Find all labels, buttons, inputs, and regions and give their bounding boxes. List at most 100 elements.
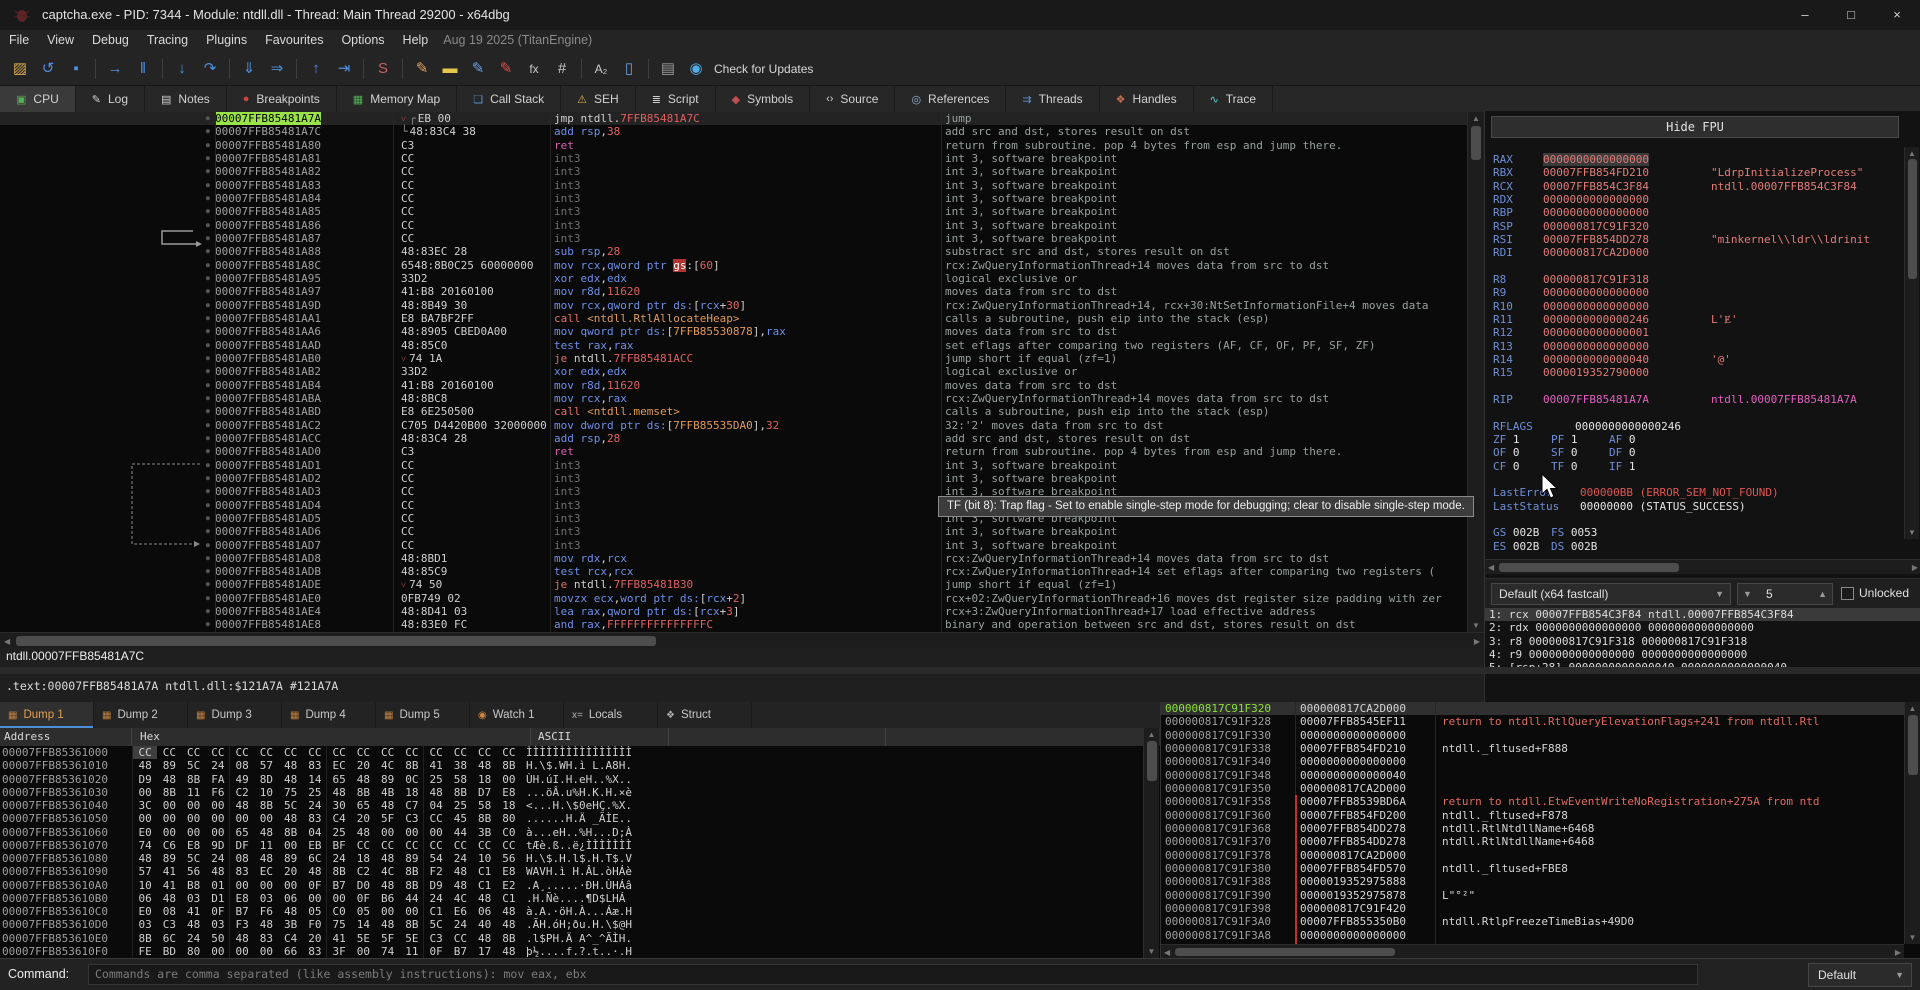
breakpoint-dot[interactable]: ● xyxy=(0,312,215,325)
spacer[interactable] xyxy=(1485,260,1905,273)
stack-row[interactable]: 000000817C91F3880000019352975888 xyxy=(1161,875,1920,888)
dump-row[interactable]: 00007FFB85361060E000000065488B0425480000… xyxy=(0,826,1160,839)
breakpoint-dot[interactable]: ● xyxy=(0,472,215,485)
dump-row[interactable]: 00007FFB853610D003C34803F3483BF07514488B… xyxy=(0,918,1160,931)
disasm-row[interactable]: ●00007FFB85481A86CCint3int 3, software b… xyxy=(0,219,1484,232)
breakpoint-dot[interactable]: ● xyxy=(0,112,215,125)
stack-row[interactable]: 000000817C91F3300000000000000000 xyxy=(1161,729,1920,742)
dump-panel[interactable]: 00007FFB85361000CCCCCCCCCCCCCCCCCCCCCCCC… xyxy=(0,746,1160,958)
register-line[interactable]: R8000000817C91F318 xyxy=(1485,273,1905,286)
register-line[interactable]: RDX0000000000000000 xyxy=(1485,193,1905,206)
disasm-row[interactable]: ●00007FFB85481A80C3retreturn from subrou… xyxy=(0,139,1484,152)
breakpoint-dot[interactable]: ● xyxy=(0,299,215,312)
disasm-row[interactable]: ●00007FFB85481AD0C3retreturn from subrou… xyxy=(0,445,1484,458)
trace-over-icon[interactable]: ⇒ xyxy=(264,57,290,81)
menu-file[interactable]: File xyxy=(0,30,38,50)
breakpoint-dot[interactable]: ● xyxy=(0,192,215,205)
maximize-button[interactable]: □ xyxy=(1828,0,1874,30)
close-button[interactable]: × xyxy=(1874,0,1920,30)
functions-icon[interactable]: fx xyxy=(521,57,547,81)
register-line[interactable]: GS 002BFS 0053 xyxy=(1485,526,1905,539)
menu-tracing[interactable]: Tracing xyxy=(138,30,197,50)
disasm-row[interactable]: ●00007FFB85481A81CCint3int 3, software b… xyxy=(0,152,1484,165)
tab-threads[interactable]: ⇉Threads xyxy=(1006,86,1099,112)
register-line[interactable]: ZF 1PF 1AF 0 xyxy=(1485,433,1905,446)
step-into-icon[interactable]: ↓ xyxy=(169,57,195,81)
stack-row[interactable]: 000000817C91F3900000019352975878L"°²" xyxy=(1161,889,1920,902)
register-line[interactable]: R90000000000000000 xyxy=(1485,286,1905,299)
disasm-row[interactable]: ●00007FFB85481A9533D2xor edx,edxlogical … xyxy=(0,272,1484,285)
pause-icon[interactable]: ‖ xyxy=(130,57,156,81)
breakpoint-dot[interactable]: ● xyxy=(0,365,215,378)
breakpoint-dot[interactable]: ● xyxy=(0,539,215,552)
stack-panel[interactable]: 000000817C91F320000000817CA2D00000000081… xyxy=(1160,702,1920,958)
dump-row[interactable]: 00007FFB85361020D9488BFA498D48146548890C… xyxy=(0,773,1160,786)
breakpoint-dot[interactable]: ● xyxy=(0,219,215,232)
stack-row[interactable]: 000000817C91F3480000000000000040 xyxy=(1161,769,1920,782)
disasm-row[interactable]: ●00007FFB85481A85CCint3int 3, software b… xyxy=(0,205,1484,218)
spacer[interactable] xyxy=(1485,513,1905,526)
menu-debug[interactable]: Debug xyxy=(83,30,138,50)
register-line[interactable]: R110000000000000246L'Ɇ' xyxy=(1485,313,1905,326)
step-over-icon[interactable]: ↷ xyxy=(197,57,223,81)
stack-row[interactable]: 000000817C91F350000000817CA2D000 xyxy=(1161,782,1920,795)
menu-plugins[interactable]: Plugins xyxy=(197,30,256,50)
register-line[interactable]: R100000000000000000 xyxy=(1485,300,1905,313)
tab-notes[interactable]: ▤Notes xyxy=(145,86,227,112)
breakpoint-dot[interactable]: ● xyxy=(0,432,215,445)
dump-row[interactable]: 00007FFB853610E08B6C24504883C420415E5F5E… xyxy=(0,932,1160,945)
tab-memory-map[interactable]: ▦Memory Map xyxy=(337,86,457,112)
close-icon[interactable]: ▪ xyxy=(63,57,89,81)
tab-trace[interactable]: ∿Trace xyxy=(1194,86,1273,112)
disasm-row[interactable]: ●00007FFB85481AD848:8BD1mov rdx,rcxrcx:Z… xyxy=(0,552,1484,565)
disasm-row[interactable]: ●00007FFB85481AB233D2xor edx,edxlogical … xyxy=(0,365,1484,378)
tab-script[interactable]: ≣Script xyxy=(636,86,716,112)
disasm-row[interactable]: ●00007FFB85481AD6CCint3int 3, software b… xyxy=(0,525,1484,538)
memory-icon[interactable]: ▯ xyxy=(616,57,642,81)
dump-tab-dump-2[interactable]: ▦Dump 2 xyxy=(94,702,188,728)
patch-icon[interactable]: ✎ xyxy=(409,57,435,81)
tab-breakpoints[interactable]: ●Breakpoints xyxy=(227,86,337,112)
tab-cpu[interactable]: ▣CPU xyxy=(0,86,76,112)
update-globe-icon[interactable]: ◉ xyxy=(683,57,709,81)
hide-fpu-button[interactable]: Hide FPU xyxy=(1491,116,1899,138)
dump-row[interactable]: 00007FFB853610500000000000004883C4205FC3… xyxy=(0,812,1160,825)
disasm-row[interactable]: ●00007FFB85481A8848:83EC 28sub rsp,28sub… xyxy=(0,245,1484,258)
dump-vscrollbar[interactable]: ▲ ▼ xyxy=(1143,728,1159,958)
menu-favourites[interactable]: Favourites xyxy=(256,30,332,50)
breakpoint-dot[interactable]: ● xyxy=(0,259,215,272)
dump-tab-watch-1[interactable]: ◉Watch 1 xyxy=(470,702,564,728)
disasm-row[interactable]: ●00007FFB85481A87CCint3int 3, software b… xyxy=(0,232,1484,245)
arguments-panel[interactable]: 1: rcx 00007FFB854C3F84 ntdll.00007FFB85… xyxy=(1484,608,1920,702)
breakpoint-dot[interactable]: ● xyxy=(0,379,215,392)
disasm-row[interactable]: ●00007FFB85481AAD48:85C0test rax,raxset … xyxy=(0,339,1484,352)
disasm-row[interactable]: ●00007FFB85481AB441:B8 20160100mov r8d,1… xyxy=(0,379,1484,392)
breakpoint-dot[interactable]: ● xyxy=(0,179,215,192)
step-out-icon[interactable]: ↑ xyxy=(303,57,329,81)
disasm-row[interactable]: ●00007FFB85481ABDE8 6E250500call <ntdll.… xyxy=(0,405,1484,418)
disasm-row[interactable]: ●00007FFB85481A82CCint3int 3, software b… xyxy=(0,165,1484,178)
comment-icon[interactable]: ▬ xyxy=(437,57,463,81)
argument-row[interactable]: 4: r9 0000000000000000 0000000000000000 xyxy=(1485,648,1920,661)
dump-tab-dump-5[interactable]: ▦Dump 5 xyxy=(376,702,470,728)
dump-row[interactable]: 00007FFB853610403C000000488B5C24306548C7… xyxy=(0,799,1160,812)
register-line[interactable]: RFLAGS0000000000000246 xyxy=(1485,420,1905,433)
disasm-row[interactable]: ●00007FFB85481A7C└48:83C4 38add rsp,38ad… xyxy=(0,125,1484,138)
menu-help[interactable]: Help xyxy=(394,30,438,50)
snowman-icon[interactable]: # xyxy=(549,57,575,81)
registers-vscrollbar[interactable]: ▲ ▼ xyxy=(1904,147,1919,539)
breakpoint-dot[interactable]: ● xyxy=(0,325,215,338)
register-line[interactable]: R130000000000000000 xyxy=(1485,340,1905,353)
trace-into-icon[interactable]: ⇓ xyxy=(236,57,262,81)
breakpoint-dot[interactable]: ● xyxy=(0,592,215,605)
disasm-row[interactable]: ●00007FFB85481AD7CCint3int 3, software b… xyxy=(0,539,1484,552)
dump-row[interactable]: 00007FFB8536107074C6E89DDF1100EBBFCCCCCC… xyxy=(0,839,1160,852)
tab-source[interactable]: ‹›Source xyxy=(810,86,895,112)
disasm-row[interactable]: ●00007FFB85481AC2C705 D4420B00 32000000m… xyxy=(0,419,1484,432)
disasm-row[interactable]: ●00007FFB85481AA1E8 BA7BF2FFcall <ntdll.… xyxy=(0,312,1484,325)
breakpoint-dot[interactable]: ● xyxy=(0,152,215,165)
disasm-vscrollbar[interactable]: ▲ ▼ xyxy=(1467,112,1484,632)
tab-symbols[interactable]: ◆Symbols xyxy=(716,86,810,112)
dump-tab-struct[interactable]: ❖Struct xyxy=(658,702,752,728)
disasm-row[interactable]: ●00007FFB85481AD1CCint3int 3, software b… xyxy=(0,459,1484,472)
